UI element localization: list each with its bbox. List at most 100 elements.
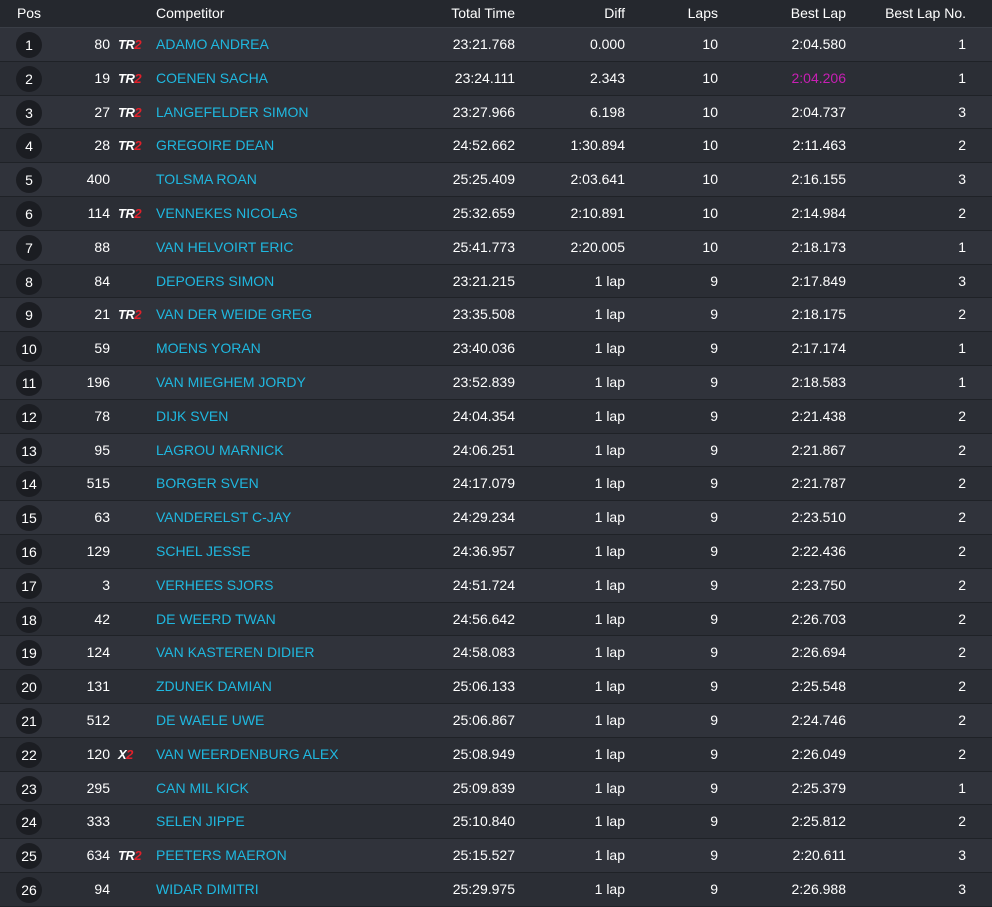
header-best-lap-no[interactable]: Best Lap No. — [850, 0, 966, 26]
position-badge: 13 — [16, 437, 42, 464]
competitor-link[interactable]: ADAMO ANDREA — [156, 28, 426, 61]
best-lap: 2:21.867 — [791, 441, 847, 458]
table-row[interactable]: 1 80 TR2 ADAMO ANDREA 23:21.768 0.000 10 2:04.5… — [0, 28, 992, 62]
table-row[interactable]: 3 27 TR2 LANGEFELDER SIMON 23:27.966 6.198 10 2… — [0, 95, 992, 130]
table-row[interactable]: 4 28 TR2 GREGOIRE DEAN 24:52.662 1:30.894 10 2:… — [0, 129, 992, 164]
best-lap-no: 3 — [958, 171, 966, 188]
competitor-link[interactable]: DEPOERS SIMON — [156, 265, 426, 298]
competitor-link[interactable]: DE WEERD TWAN — [156, 603, 426, 636]
diff: 1 lap — [594, 610, 625, 627]
position-badge: 5 — [16, 167, 42, 194]
best-lap: 2:18.173 — [791, 238, 847, 255]
position-badge: 10 — [16, 336, 42, 363]
class-logo-prefix: X — [118, 746, 127, 762]
competitor-link[interactable]: MOENS YORAN — [156, 332, 426, 365]
competitor-link[interactable]: PEETERS MAERON — [156, 839, 426, 872]
competitor-link[interactable]: WIDAR DIMITRI — [156, 873, 426, 906]
competitor-link[interactable]: CAN MIL KICK — [156, 772, 426, 805]
position-cell: 20 — [0, 670, 58, 704]
class-logo: TR2 — [118, 105, 142, 120]
best-lap-no: 2 — [958, 678, 966, 695]
competitor-link[interactable]: DIJK SVEN — [156, 400, 426, 433]
table-row[interactable]: 12 78 DIJK SVEN 24:04.354 1 lap 9 2:21.438 2 — [0, 399, 992, 434]
laps: 9 — [710, 779, 718, 796]
competitor-link[interactable]: TOLSMA ROAN — [156, 163, 426, 196]
table-row[interactable]: 25 634 TR2 PEETERS MAERON 25:15.527 1 lap 9 2:2… — [0, 839, 992, 873]
competitor-link[interactable]: VENNEKES NICOLAS — [156, 197, 426, 230]
competitor-link[interactable]: LANGEFELDER SIMON — [156, 96, 426, 129]
best-lap-no: 2 — [958, 509, 966, 526]
table-row[interactable]: 26 94 WIDAR DIMITRI 25:29.975 1 lap 9 2:26.988… — [0, 872, 992, 907]
table-row[interactable]: 9 21 TR2 VAN DER WEIDE GREG 23:35.508 1 lap 9 2… — [0, 298, 992, 333]
table-row[interactable]: 5 400 TOLSMA ROAN 25:25.409 2:03.641 10 2:16.1… — [0, 163, 992, 197]
laps: 10 — [702, 171, 718, 188]
best-lap-no: 2 — [958, 306, 966, 323]
table-row[interactable]: 11 196 VAN MIEGHEM JORDY 23:52.839 1 lap 9 2:1… — [0, 365, 992, 400]
table-row[interactable]: 19 124 VAN KASTEREN DIDIER 24:58.083 1 lap 9 2… — [0, 636, 992, 671]
competitor-link[interactable]: VAN KASTEREN DIDIER — [156, 636, 426, 669]
diff: 1 lap — [594, 813, 625, 830]
race-number: 94 — [94, 880, 110, 897]
competitor-link[interactable]: GREGOIRE DEAN — [156, 129, 426, 162]
competitor-link[interactable]: VAN HELVOIRT ERIC — [156, 231, 426, 264]
table-row[interactable]: 18 42 DE WEERD TWAN 24:56.642 1 lap 9 2:26.703… — [0, 602, 992, 637]
results-table: Pos Competitor Total Time Diff Laps Best… — [0, 0, 992, 907]
table-header: Pos Competitor Total Time Diff Laps Best… — [0, 0, 992, 28]
best-lap: 2:04.737 — [791, 103, 847, 120]
position-cell: 19 — [0, 636, 58, 670]
total-time: 23:52.839 — [452, 373, 515, 390]
competitor-link[interactable]: COENEN SACHA — [156, 62, 426, 95]
total-time: 25:06.133 — [452, 678, 515, 695]
best-lap-no: 2 — [958, 137, 966, 154]
table-row[interactable]: 13 95 LAGROU MARNICK 24:06.251 1 lap 9 2:21.86… — [0, 433, 992, 468]
best-lap: 2:21.787 — [791, 475, 847, 492]
competitor-link[interactable]: VERHEES SJORS — [156, 569, 426, 602]
best-lap: 2:22.436 — [791, 542, 847, 559]
table-row[interactable]: 16 129 SCHEL JESSE 24:36.957 1 lap 9 2:22.436 2 — [0, 534, 992, 569]
laps: 10 — [702, 204, 718, 221]
header-competitor[interactable]: Competitor — [156, 0, 426, 26]
table-row[interactable]: 2 19 TR2 COENEN SACHA 23:24.111 2.343 10 2:04.2… — [0, 61, 992, 96]
best-lap-no: 2 — [958, 644, 966, 661]
table-row[interactable]: 23 295 CAN MIL KICK 25:09.839 1 lap 9 2:25.379… — [0, 771, 992, 806]
competitor-link[interactable]: LAGROU MARNICK — [156, 434, 426, 467]
table-body: 1 80 TR2 ADAMO ANDREA 23:21.768 0.000 10 2:04.5… — [0, 28, 992, 907]
race-number: 124 — [86, 644, 110, 661]
header-best-lap[interactable]: Best Lap — [720, 0, 846, 26]
race-number: 400 — [86, 171, 110, 188]
best-lap-no: 1 — [958, 340, 966, 357]
table-row[interactable]: 6 114 TR2 VENNEKES NICOLAS 25:32.659 2:10.891… — [0, 196, 992, 231]
table-row[interactable]: 22 120 X2 VAN WEERDENBURG ALEX 25:08.949 1 la… — [0, 737, 992, 772]
header-diff[interactable]: Diff — [520, 0, 625, 26]
best-lap: 2:26.694 — [791, 644, 847, 661]
table-row[interactable]: 14 515 BORGER SVEN 24:17.079 1 lap 9 2:21.787 2 — [0, 467, 992, 502]
position-cell: 17 — [0, 569, 58, 603]
competitor-link[interactable]: VAN MIEGHEM JORDY — [156, 366, 426, 399]
position-cell: 1 — [0, 28, 58, 62]
competitor-link[interactable]: DE WAELE UWE — [156, 704, 426, 737]
competitor-link[interactable]: BORGER SVEN — [156, 467, 426, 500]
race-number: 59 — [94, 340, 110, 357]
header-laps[interactable]: Laps — [630, 0, 718, 26]
total-time: 23:21.215 — [452, 272, 515, 289]
table-row[interactable]: 8 84 DEPOERS SIMON 23:21.215 1 lap 9 2:17.849 3 — [0, 264, 992, 299]
table-row[interactable]: 17 3 VERHEES SJORS 24:51.724 1 lap 9 2:23.750 2 — [0, 568, 992, 603]
competitor-link[interactable]: ZDUNEK DAMIAN — [156, 670, 426, 703]
competitor-link[interactable]: VAN DER WEIDE GREG — [156, 298, 426, 331]
table-row[interactable]: 10 59 MOENS YORAN 23:40.036 1 lap 9 2:17.174 1 — [0, 332, 992, 366]
header-pos[interactable]: Pos — [0, 0, 58, 26]
competitor-link[interactable]: SELEN JIPPE — [156, 805, 426, 838]
table-row[interactable]: 21 512 DE WAELE UWE 25:06.867 1 lap 9 2:24.746… — [0, 703, 992, 738]
competitor-link[interactable]: VAN WEERDENBURG ALEX — [156, 738, 426, 771]
class-logo-prefix: TR — [118, 70, 135, 86]
table-row[interactable]: 20 131 ZDUNEK DAMIAN 25:06.133 1 lap 9 2:25.54… — [0, 670, 992, 704]
race-number: 28 — [94, 137, 110, 154]
table-row[interactable]: 15 63 VANDERELST C-JAY 24:29.234 1 lap 9 2:23.… — [0, 501, 992, 535]
table-row[interactable]: 7 88 VAN HELVOIRT ERIC 25:41.773 2:20.005 10 2… — [0, 230, 992, 265]
header-total-time[interactable]: Total Time — [400, 0, 515, 26]
position-badge: 3 — [16, 99, 42, 126]
competitor-link[interactable]: SCHEL JESSE — [156, 535, 426, 568]
table-row[interactable]: 24 333 SELEN JIPPE 25:10.840 1 lap 9 2:25.812 2 — [0, 805, 992, 840]
competitor-link[interactable]: VANDERELST C-JAY — [156, 501, 426, 534]
diff: 2:03.641 — [570, 171, 626, 188]
